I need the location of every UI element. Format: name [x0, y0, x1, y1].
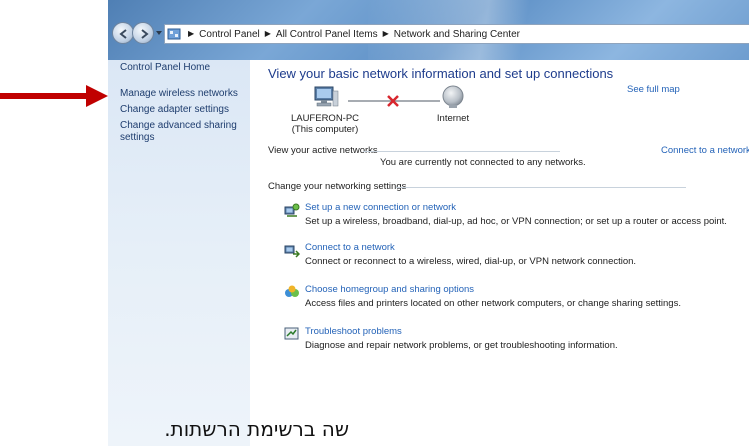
forward-button[interactable] [132, 22, 154, 44]
recent-pages-dropdown-icon[interactable] [155, 29, 163, 37]
main-content: View your basic network information and … [268, 60, 749, 446]
sidebar-item-manage-wireless[interactable]: Manage wireless networks [120, 88, 245, 100]
computer-subtitle: (This computer) [291, 124, 359, 135]
computer-icon [314, 86, 339, 107]
troubleshoot-icon [284, 327, 299, 340]
sidebar-links: Manage wireless networks Change adapter … [120, 88, 245, 148]
homegroup-icon [285, 285, 299, 297]
not-connected-status: You are currently not connected to any n… [380, 157, 586, 168]
connect-network-task-link[interactable]: Connect to a network [305, 242, 395, 253]
connect-network-desc: Connect or reconnect to a wireless, wire… [305, 256, 637, 267]
divider [363, 151, 560, 152]
caption-text: שה ברשימת הרשתות. [164, 417, 349, 441]
breadcrumb-separator: ▶ [264, 29, 271, 38]
troubleshoot-desc: Diagnose and repair network problems, or… [305, 340, 618, 351]
network-sharing-center-window: ▶ Control Panel ▶ All Control Panel Items ▶ N… [108, 0, 749, 446]
sidebar-item-control-panel-home[interactable]: Control Panel Home [120, 62, 210, 73]
see-full-map-link[interactable]: See full map [627, 84, 680, 95]
internet-globe-icon [442, 85, 464, 108]
computer-label: LAUFERON-PC (This computer) [290, 113, 360, 135]
new-connection-icon [284, 203, 300, 217]
computer-name: LAUFERON-PC [290, 113, 360, 124]
connect-network-icon [284, 245, 300, 258]
page-title: View your basic network information and … [268, 66, 614, 81]
troubleshoot-link[interactable]: Troubleshoot problems [305, 326, 402, 337]
forward-arrow-icon [141, 29, 149, 39]
back-button[interactable] [112, 22, 134, 44]
breadcrumb-network-sharing[interactable]: Network and Sharing Center [394, 29, 520, 40]
sidebar-item-change-adapter[interactable]: Change adapter settings [120, 104, 245, 116]
sidebar-item-advanced-sharing[interactable]: Change advanced sharing settings [120, 120, 245, 144]
homegroup-sharing-desc: Access files and printers located on oth… [305, 298, 681, 309]
homegroup-sharing-link[interactable]: Choose homegroup and sharing options [305, 284, 474, 295]
breadcrumb-control-panel[interactable]: Control Panel [199, 29, 260, 40]
window-titlebar: ▶ Control Panel ▶ All Control Panel Items ▶ N… [108, 0, 749, 60]
connect-to-network-link[interactable]: Connect to a network [661, 145, 749, 156]
breadcrumb-separator: ▶ [188, 29, 195, 38]
active-networks-heading: View your active networks [268, 145, 378, 156]
red-arrow-annotation [0, 85, 108, 107]
back-arrow-icon [119, 29, 127, 39]
setup-connection-link[interactable]: Set up a new connection or network [305, 202, 456, 213]
breadcrumb-separator: ▶ [382, 29, 389, 38]
connection-status-line[interactable] [348, 95, 440, 107]
setup-connection-desc: Set up a wireless, broadband, dial-up, a… [305, 216, 727, 227]
address-bar[interactable]: ▶ Control Panel ▶ All Control Panel Items ▶ N… [164, 24, 749, 44]
breadcrumb-all-items[interactable]: All Control Panel Items [276, 29, 378, 40]
networking-settings-heading: Change your networking settings [268, 181, 407, 192]
control-panel-icon [167, 28, 181, 40]
internet-label: Internet [436, 113, 470, 124]
sidebar: Control Panel Home Manage wireless netwo… [108, 60, 250, 446]
divider [396, 187, 686, 188]
